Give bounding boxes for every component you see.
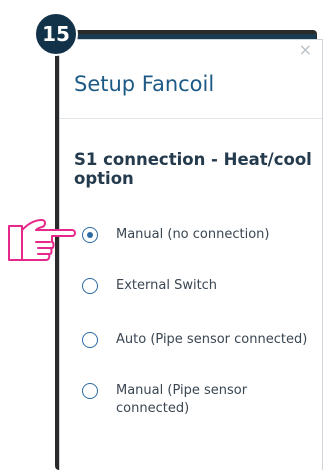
radio-label: Auto (Pipe sensor connected): [116, 332, 308, 347]
radio-label: Manual (no connection): [116, 227, 270, 242]
radio-label: Manual (Pipe sensor connected): [116, 383, 248, 416]
modal-title: Setup Fancoil: [74, 72, 215, 96]
close-icon[interactable]: ×: [299, 42, 312, 58]
setup-modal: × Setup Fancoil S1 connection - Heat/coo…: [60, 40, 322, 470]
radio-option-auto-pipe-sensor[interactable]: Auto (Pipe sensor connected): [82, 331, 312, 349]
section-title: S1 connection - Heat/cool option: [74, 150, 312, 188]
radio-button[interactable]: [82, 383, 98, 399]
radio-option-manual-pipe-sensor[interactable]: Manual (Pipe sensor connected): [82, 382, 312, 418]
radio-option-manual-no-connection[interactable]: Manual (no connection): [82, 226, 312, 244]
radio-option-external-switch[interactable]: External Switch: [82, 277, 312, 295]
radio-button[interactable]: [82, 227, 98, 243]
divider: [60, 118, 322, 119]
radio-label: External Switch: [116, 278, 218, 293]
radio-button[interactable]: [82, 332, 98, 348]
step-number-badge: 15: [34, 12, 78, 56]
pointing-hand-icon: [8, 219, 76, 261]
radio-button[interactable]: [82, 278, 98, 294]
